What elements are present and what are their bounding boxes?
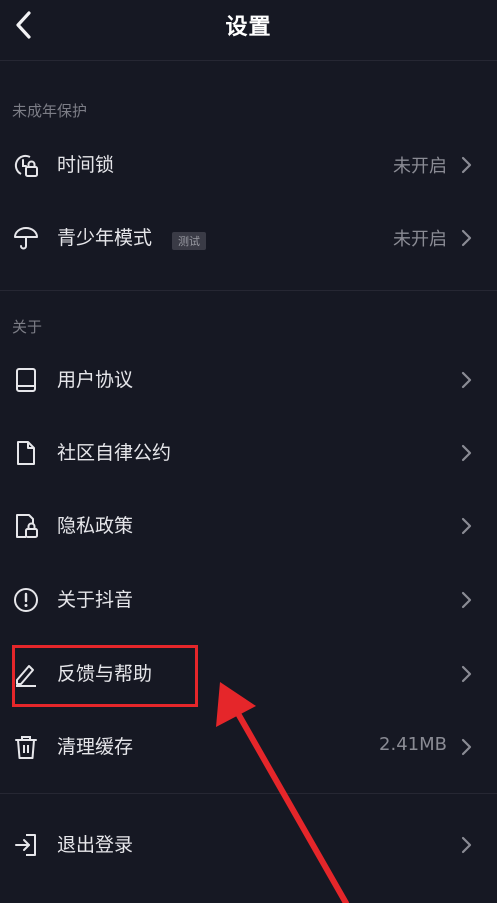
umbrella-icon (14, 227, 38, 250)
page-title: 设置 (225, 15, 272, 40)
divider (0, 793, 497, 794)
info-circle-icon (14, 588, 38, 612)
section-label-about: 关于 (12, 318, 43, 336)
highlight-box (12, 645, 198, 707)
chevron-right-icon (461, 665, 472, 683)
section-label-minor-protection: 未成年保护 (12, 102, 88, 120)
logout-icon (15, 834, 36, 856)
settings-row-label: 时间锁 (57, 154, 115, 176)
settings-row-label: 社区自律公约 (57, 442, 172, 464)
settings-row-time-lock[interactable]: 时间锁 未开启 (0, 130, 497, 200)
settings-row-logout[interactable]: 退出登录 (0, 810, 497, 880)
status-value: 未开启 (393, 156, 447, 177)
settings-row-user-agreement[interactable]: 用户协议 (0, 345, 497, 415)
book-icon (16, 368, 36, 392)
trash-icon (15, 736, 37, 759)
top-bar: 设置 (0, 0, 497, 56)
chevron-right-icon (461, 156, 472, 174)
chevron-right-icon (461, 444, 472, 462)
settings-row-label: 退出登录 (57, 834, 134, 856)
status-value: 未开启 (393, 229, 447, 250)
divider (0, 290, 497, 291)
chevron-right-icon (461, 836, 472, 854)
settings-row-about-douyin[interactable]: 关于抖音 (0, 565, 497, 635)
settings-row-community[interactable]: 社区自律公约 (0, 418, 497, 488)
settings-row-clear-cache[interactable]: 清理缓存 2.41MB (0, 712, 497, 782)
chevron-right-icon (461, 517, 472, 535)
chevron-right-icon (461, 371, 472, 389)
settings-row-label: 青少年模式 (57, 227, 153, 249)
settings-row-teen-mode[interactable]: 青少年模式 测试 未开启 (0, 203, 497, 273)
settings-row-label: 关于抖音 (57, 589, 134, 611)
cache-size-value: 2.41MB (379, 734, 447, 755)
settings-row-label: 用户协议 (57, 369, 134, 391)
settings-row-privacy[interactable]: 隐私政策 (0, 491, 497, 561)
document-icon (17, 441, 35, 465)
settings-row-label: 隐私政策 (57, 515, 134, 537)
divider (0, 60, 497, 61)
settings-row-label: 清理缓存 (57, 736, 134, 758)
chevron-right-icon (461, 229, 472, 247)
chevron-right-icon (461, 591, 472, 609)
timer-lock-icon (14, 154, 38, 177)
test-badge: 测试 (172, 232, 206, 250)
document-lock-icon (16, 514, 38, 538)
chevron-right-icon (461, 738, 472, 756)
